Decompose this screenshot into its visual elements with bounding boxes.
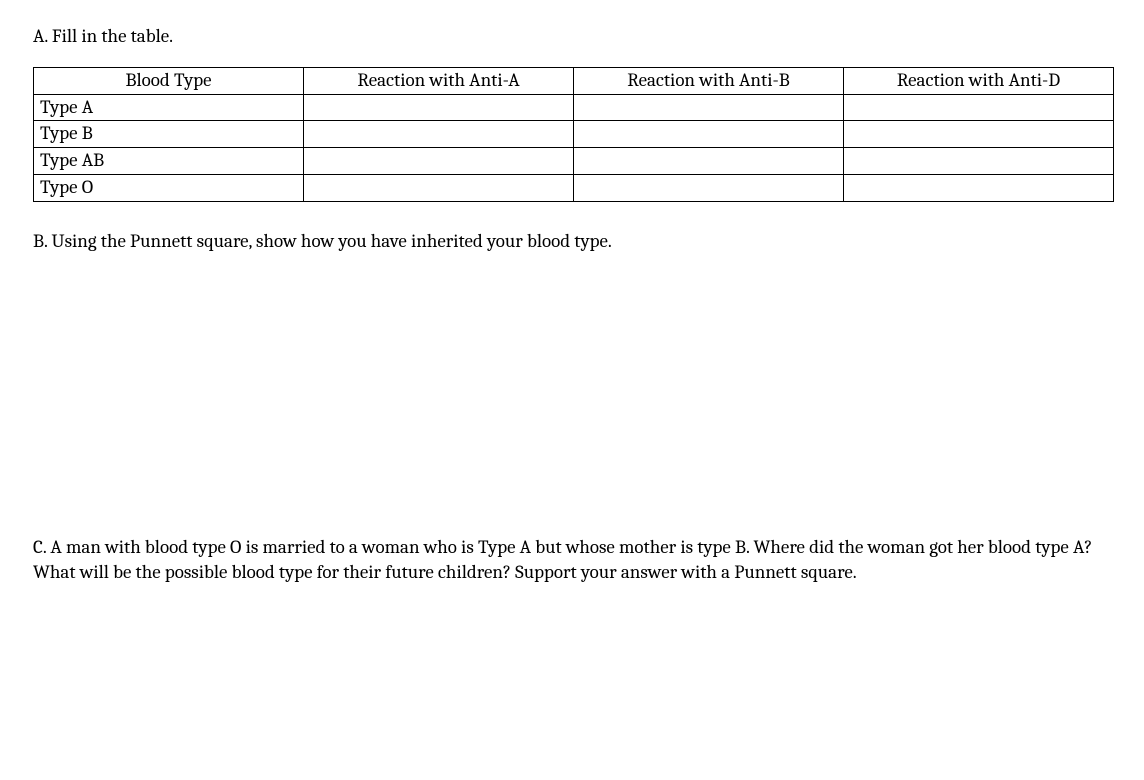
table-row: Type B xyxy=(34,121,1114,148)
header-anti-d: Reaction with Anti-D xyxy=(844,67,1114,94)
header-blood-type: Blood Type xyxy=(34,67,304,94)
row-label: Type AB xyxy=(34,148,304,175)
cell-anti-d xyxy=(844,121,1114,148)
table-row: Type O xyxy=(34,174,1114,201)
cell-anti-d xyxy=(844,94,1114,121)
cell-anti-b xyxy=(574,121,844,148)
row-label: Type B xyxy=(34,121,304,148)
section-c-text: C. A man with blood type O is married to… xyxy=(33,535,1114,584)
cell-anti-a xyxy=(304,94,574,121)
cell-anti-b xyxy=(574,148,844,175)
table-row: Type A xyxy=(34,94,1114,121)
section-b-heading: B. Using the Punnett square, show how yo… xyxy=(33,230,1114,254)
cell-anti-b xyxy=(574,94,844,121)
cell-anti-d xyxy=(844,174,1114,201)
table-header-row: Blood Type Reaction with Anti-A Reaction… xyxy=(34,67,1114,94)
table-row: Type AB xyxy=(34,148,1114,175)
cell-anti-b xyxy=(574,174,844,201)
header-anti-a: Reaction with Anti-A xyxy=(304,67,574,94)
cell-anti-a xyxy=(304,148,574,175)
row-label: Type A xyxy=(34,94,304,121)
blood-type-table: Blood Type Reaction with Anti-A Reaction… xyxy=(33,67,1114,202)
row-label: Type O xyxy=(34,174,304,201)
section-a-heading: A. Fill in the table. xyxy=(33,25,1114,49)
cell-anti-a xyxy=(304,174,574,201)
header-anti-b: Reaction with Anti-B xyxy=(574,67,844,94)
cell-anti-a xyxy=(304,121,574,148)
cell-anti-d xyxy=(844,148,1114,175)
